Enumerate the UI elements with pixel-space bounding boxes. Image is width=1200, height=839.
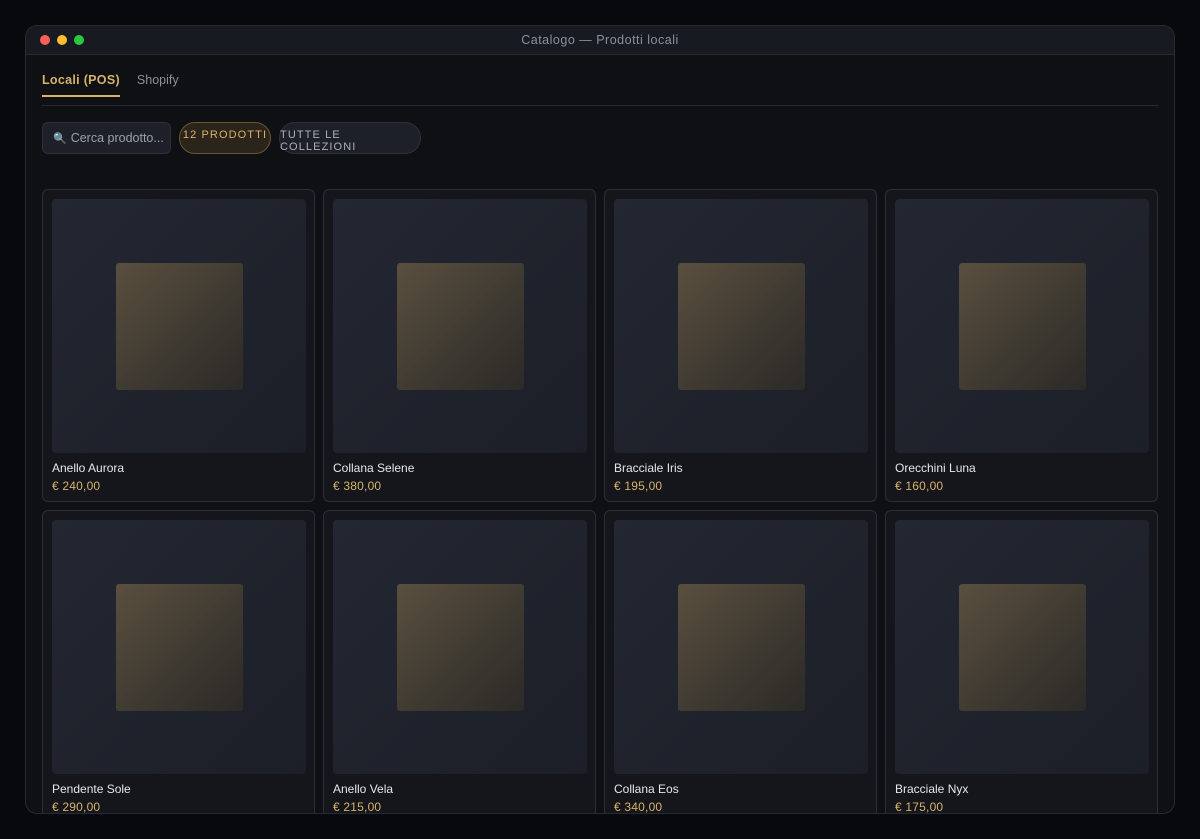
image-placeholder [677,583,805,711]
product-image [614,199,868,453]
product-price: € 240,00 [52,479,101,493]
product-card[interactable]: Bracciale Nyx € 175,00 [885,510,1158,814]
product-price: € 380,00 [333,479,382,493]
product-name: Collana Eos [614,782,679,796]
product-price: € 340,00 [614,800,663,814]
product-price: € 175,00 [895,800,944,814]
product-name: Orecchini Luna [895,461,976,475]
window-title: Catalogo — Prodotti locali [521,33,679,47]
image-placeholder [958,583,1086,711]
app-window: Catalogo — Prodotti locali Locali (POS) … [25,25,1175,814]
product-price: € 195,00 [614,479,663,493]
tab-locali-pos[interactable]: Locali (POS) [42,73,120,97]
product-grid: Anello Aurora € 240,00 Collana Selene € … [42,189,1158,814]
product-card[interactable]: Collana Eos € 340,00 [604,510,877,814]
product-image [333,520,587,774]
tab-shopify[interactable]: Shopify [137,73,179,97]
product-card[interactable]: Anello Aurora € 240,00 [42,189,315,502]
product-name: Bracciale Nyx [895,782,969,796]
collections-filter-button[interactable]: Tutte le collezioni [279,122,421,154]
product-name: Bracciale Iris [614,461,683,475]
tab-bar: Locali (POS) Shopify [42,55,1159,106]
product-image [52,199,306,453]
image-placeholder [115,583,243,711]
product-image [614,520,868,774]
product-card[interactable]: Collana Selene € 380,00 [323,189,596,502]
product-price: € 215,00 [333,800,382,814]
product-name: Anello Aurora [52,461,125,475]
product-image [895,199,1149,453]
image-placeholder [115,262,243,390]
product-card[interactable]: Anello Vela € 215,00 [323,510,596,814]
search-icon: 🔍 [53,132,67,145]
product-name: Pendente Sole [52,782,131,796]
product-card[interactable]: Orecchini Luna € 160,00 [885,189,1158,502]
product-count-badge: 12 prodotti [179,122,271,154]
product-card[interactable]: Pendente Sole € 290,00 [42,510,315,814]
image-placeholder [396,583,524,711]
product-price: € 290,00 [52,800,101,814]
product-image [895,520,1149,774]
main-content: Locali (POS) Shopify 🔍 12 prodotti Tutte… [42,55,1159,813]
title-bar: Catalogo — Prodotti locali [26,26,1174,55]
product-image [333,199,587,453]
filter-toolbar: 🔍 12 prodotti Tutte le collezioni [42,106,1159,164]
search-box[interactable]: 🔍 [42,122,171,154]
image-placeholder [677,262,805,390]
image-placeholder [396,262,524,390]
product-name: Collana Selene [333,461,415,475]
product-price: € 160,00 [895,479,944,493]
image-placeholder [958,262,1086,390]
product-card[interactable]: Bracciale Iris € 195,00 [604,189,877,502]
product-image [52,520,306,774]
search-input[interactable] [70,131,167,145]
product-name: Anello Vela [333,782,394,796]
